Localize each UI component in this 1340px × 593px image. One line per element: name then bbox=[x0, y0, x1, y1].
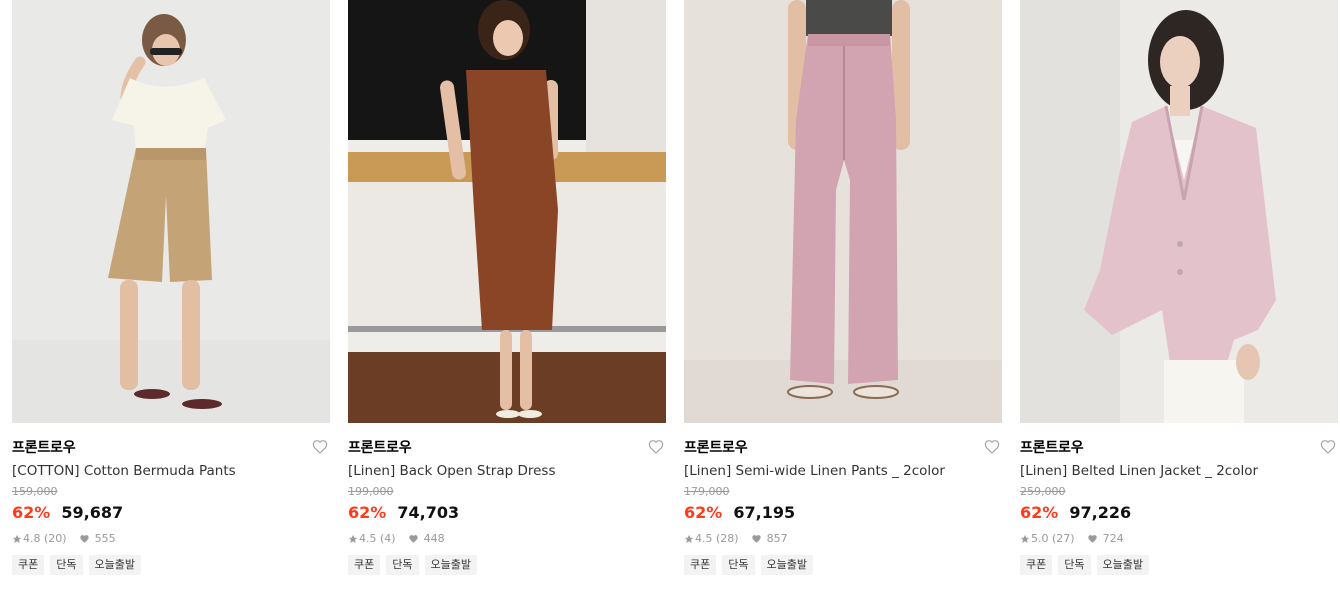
heart-filled-icon bbox=[408, 535, 418, 543]
star-icon bbox=[348, 534, 358, 543]
rating-value: 4.8 bbox=[23, 532, 41, 545]
sale-price: 97,226 bbox=[1069, 503, 1132, 522]
tag-exclusive: 단독 bbox=[386, 555, 419, 575]
sale-price: 67,195 bbox=[733, 503, 796, 522]
price-row: 62% 59,687 bbox=[12, 502, 330, 524]
heart-filled-icon bbox=[79, 535, 89, 543]
tag-exclusive: 단독 bbox=[50, 555, 83, 575]
tag-today-ship: 오늘출발 bbox=[760, 555, 813, 575]
review-count: (27) bbox=[1052, 532, 1075, 545]
star-icon bbox=[684, 534, 694, 543]
product-card[interactable]: 프론트로우 [Linen] Semi-wide Linen Pants _ 2c… bbox=[684, 0, 1002, 575]
discount-rate: 62% bbox=[12, 503, 51, 522]
like-count: 724 bbox=[1102, 532, 1124, 545]
brand-name[interactable]: 프론트로우 bbox=[1020, 440, 1084, 456]
product-card[interactable]: 프론트로우 [COTTON] Cotton Bermuda Pants 159,… bbox=[12, 0, 330, 575]
price-row: 62% 74,703 bbox=[348, 502, 666, 524]
sale-price: 59,687 bbox=[61, 503, 124, 522]
brand-name[interactable]: 프론트로우 bbox=[684, 440, 748, 456]
discount-rate: 62% bbox=[1020, 503, 1059, 522]
review-count: (20) bbox=[44, 532, 67, 545]
tag-list: 쿠폰 단독 오늘출발 bbox=[684, 555, 1002, 575]
product-image[interactable] bbox=[12, 0, 330, 423]
brand-name[interactable]: 프론트로우 bbox=[12, 440, 76, 456]
product-title[interactable]: [Linen] Belted Linen Jacket _ 2color bbox=[1020, 462, 1338, 480]
tag-exclusive: 단독 bbox=[722, 555, 755, 575]
product-meta: 4.5 (28) 857 bbox=[684, 532, 1002, 546]
original-price: 159,000 bbox=[12, 485, 58, 498]
original-price: 259,000 bbox=[1020, 485, 1066, 498]
original-price: 179,000 bbox=[684, 485, 730, 498]
price-row: 62% 97,226 bbox=[1020, 502, 1338, 524]
like-count: 555 bbox=[94, 532, 116, 545]
tag-exclusive: 단독 bbox=[1058, 555, 1091, 575]
price-row: 62% 67,195 bbox=[684, 502, 1002, 524]
tag-list: 쿠폰 단독 오늘출발 bbox=[348, 555, 666, 575]
product-image[interactable] bbox=[348, 0, 666, 423]
heart-outline-icon[interactable] bbox=[984, 439, 1000, 455]
product-title[interactable]: [Linen] Back Open Strap Dress bbox=[348, 462, 666, 480]
product-image[interactable] bbox=[1020, 0, 1338, 423]
discount-rate: 62% bbox=[684, 503, 723, 522]
product-grid: 프론트로우 [COTTON] Cotton Bermuda Pants 159,… bbox=[0, 0, 1340, 593]
tag-today-ship: 오늘출발 bbox=[424, 555, 477, 575]
tag-coupon: 쿠폰 bbox=[348, 555, 381, 575]
product-meta: 4.8 (20) 555 bbox=[12, 532, 330, 546]
heart-outline-icon[interactable] bbox=[312, 439, 328, 455]
heart-outline-icon[interactable] bbox=[1320, 439, 1336, 455]
product-title[interactable]: [COTTON] Cotton Bermuda Pants bbox=[12, 462, 330, 480]
original-price: 199,000 bbox=[348, 485, 394, 498]
rating-value: 4.5 bbox=[695, 532, 713, 545]
tag-coupon: 쿠폰 bbox=[1020, 555, 1053, 575]
review-count: (28) bbox=[716, 532, 739, 545]
product-image[interactable] bbox=[684, 0, 1002, 423]
product-card[interactable]: 프론트로우 [Linen] Back Open Strap Dress 199,… bbox=[348, 0, 666, 575]
tag-coupon: 쿠폰 bbox=[684, 555, 717, 575]
tag-list: 쿠폰 단독 오늘출발 bbox=[1020, 555, 1338, 575]
heart-filled-icon bbox=[1087, 535, 1097, 543]
star-icon bbox=[1020, 534, 1030, 543]
brand-name[interactable]: 프론트로우 bbox=[348, 440, 412, 456]
star-icon bbox=[12, 534, 22, 543]
discount-rate: 62% bbox=[348, 503, 387, 522]
like-count: 448 bbox=[423, 532, 445, 545]
rating-value: 5.0 bbox=[1031, 532, 1049, 545]
review-count: (4) bbox=[380, 532, 396, 545]
product-title[interactable]: [Linen] Semi-wide Linen Pants _ 2color bbox=[684, 462, 1002, 480]
rating-value: 4.5 bbox=[359, 532, 377, 545]
product-meta: 4.5 (4) 448 bbox=[348, 532, 666, 546]
tag-today-ship: 오늘출발 bbox=[88, 555, 141, 575]
heart-filled-icon bbox=[751, 535, 761, 543]
product-card[interactable]: 프론트로우 [Linen] Belted Linen Jacket _ 2col… bbox=[1020, 0, 1338, 575]
tag-today-ship: 오늘출발 bbox=[1096, 555, 1149, 575]
like-count: 857 bbox=[766, 532, 788, 545]
tag-coupon: 쿠폰 bbox=[12, 555, 45, 575]
product-meta: 5.0 (27) 724 bbox=[1020, 532, 1338, 546]
sale-price: 74,703 bbox=[397, 503, 460, 522]
heart-outline-icon[interactable] bbox=[648, 439, 664, 455]
tag-list: 쿠폰 단독 오늘출발 bbox=[12, 555, 330, 575]
